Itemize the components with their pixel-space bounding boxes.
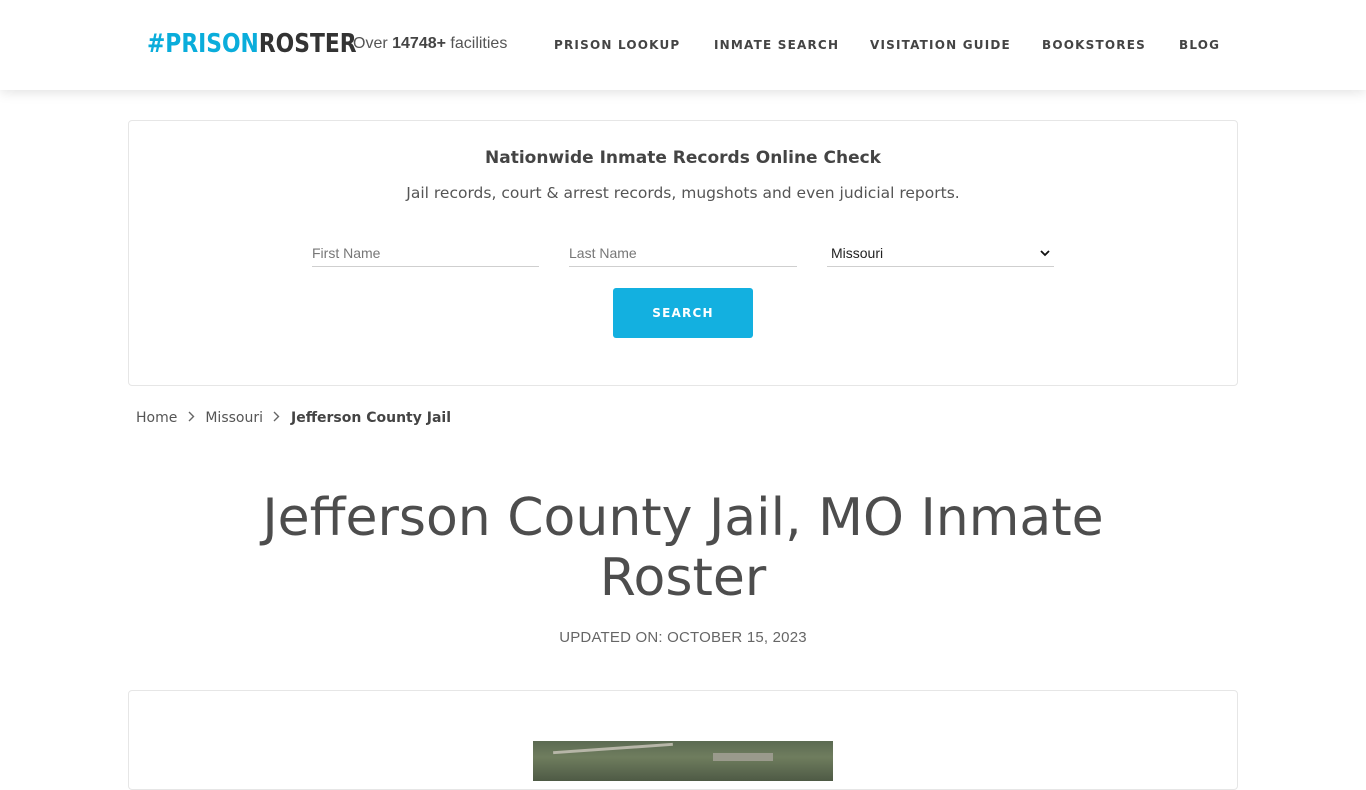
first-name-input[interactable] — [312, 237, 539, 265]
last-name-input[interactable] — [569, 237, 797, 265]
search-card-subtitle: Jail records, court & arrest records, mu… — [406, 184, 960, 202]
breadcrumb: Home Missouri Jefferson County Jail — [136, 408, 451, 428]
breadcrumb-state[interactable]: Missouri — [205, 410, 263, 426]
nav-visitation-guide[interactable]: VISITATION GUIDE — [870, 38, 1011, 52]
last-name-field — [569, 237, 797, 267]
chevron-right-icon — [177, 411, 205, 426]
breadcrumb-home[interactable]: Home — [136, 410, 177, 426]
nav-blog[interactable]: BLOG — [1179, 38, 1220, 52]
nav-bookstores[interactable]: BOOKSTORES — [1042, 38, 1146, 52]
top-navigation-bar: #PRISONROSTER Over 14748+ facilities PRI… — [0, 0, 1366, 90]
nav-inmate-search[interactable]: INMATE SEARCH — [714, 38, 839, 52]
search-card-title: Nationwide Inmate Records Online Check — [485, 148, 881, 168]
page-title: Jefferson County Jail, MO Inmate Roster — [262, 488, 1104, 608]
inmate-search-card: Nationwide Inmate Records Online Check J… — [128, 120, 1238, 386]
chevron-down-icon — [1040, 246, 1054, 260]
breadcrumb-current: Jefferson County Jail — [290, 410, 451, 426]
main-nav: PRISON LOOKUP INMATE SEARCH VISITATION G… — [0, 38, 1366, 54]
first-name-field — [312, 237, 539, 267]
search-button[interactable]: SEARCH — [613, 288, 753, 338]
facility-content-card — [128, 690, 1238, 790]
chevron-right-icon — [263, 411, 291, 426]
nav-prison-lookup[interactable]: PRISON LOOKUP — [554, 38, 680, 52]
facility-aerial-photo — [533, 741, 833, 781]
state-select[interactable]: Missouri — [827, 237, 1054, 267]
updated-date: UPDATED ON: OCTOBER 15, 2023 — [559, 629, 807, 646]
state-select-value: Missouri — [831, 244, 884, 261]
